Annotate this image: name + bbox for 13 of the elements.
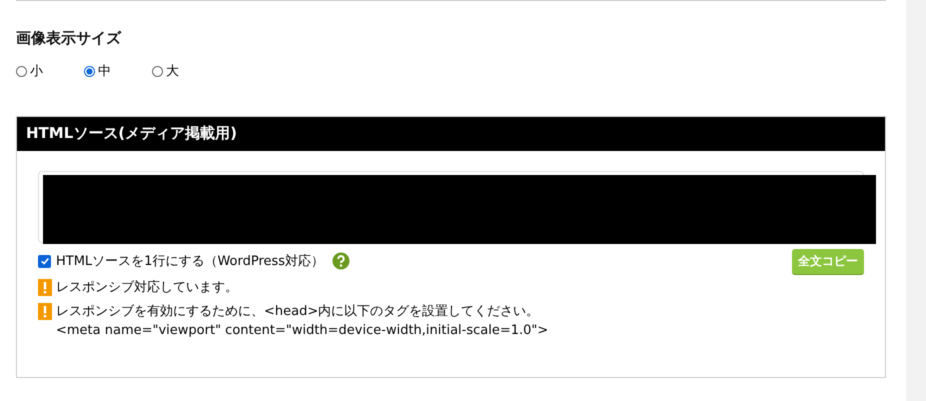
one-line-checkbox[interactable]: HTMLソースを1行にする（WordPress対応） <box>38 252 324 270</box>
section-title: 画像表示サイズ <box>16 29 122 48</box>
size-radio[interactable]: 大 <box>152 62 220 80</box>
check-icon <box>40 256 50 266</box>
size-radio[interactable]: 中 <box>84 62 152 80</box>
notice-text: レスポンシブ対応しています。 <box>56 279 238 297</box>
warning-icon <box>38 279 52 296</box>
notice-text: <meta name="viewport" content="width=device-width,initial-scale=1.0"> <box>56 322 548 340</box>
panel-header: HTMLソース(メディア掲載用) <box>17 117 885 151</box>
warning-icon <box>38 303 52 320</box>
size-radio[interactable]: 小 <box>16 62 84 80</box>
help-icon[interactable] <box>332 252 350 270</box>
notice-text: レスポンシブを有効にするために、<head>内に以下のタグを設置してください。 <box>56 303 540 321</box>
